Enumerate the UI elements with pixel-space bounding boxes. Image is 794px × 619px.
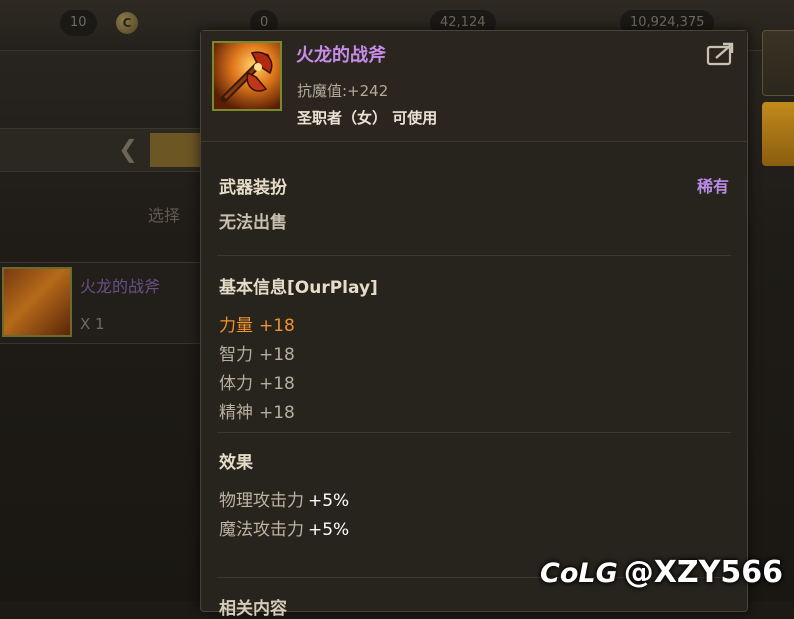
item-tooltip: 火龙的战斧 抗魔值:+242 圣职者（女） 可使用 武器装扮 稀有 无法出售 基… bbox=[200, 30, 748, 619]
category-label: 武器装扮 bbox=[219, 178, 287, 198]
stat-intelligence: 智力 +18 bbox=[219, 340, 295, 365]
magic-resist-value: 抗魔值:+242 bbox=[297, 82, 389, 100]
effect-magic-attack: 魔法攻击力 +5% bbox=[219, 515, 349, 540]
stat-name: 力量 bbox=[219, 316, 253, 336]
effect-value: +5% bbox=[308, 491, 350, 511]
divider bbox=[217, 432, 731, 433]
effect-title: 效果 bbox=[219, 453, 253, 473]
list-item-name: 火龙的战斧 bbox=[80, 277, 161, 296]
select-hint: 选择 bbox=[148, 206, 181, 225]
colg-logo: CoLG bbox=[540, 558, 618, 589]
effect-value: +5% bbox=[308, 520, 350, 540]
stat-value: +18 bbox=[259, 403, 295, 423]
divider bbox=[217, 255, 731, 256]
side-button[interactable] bbox=[762, 30, 794, 96]
stat-value: +18 bbox=[259, 316, 295, 336]
left-panel-header: ❮ bbox=[0, 128, 210, 172]
back-arrow-icon[interactable]: ❮ bbox=[118, 135, 138, 163]
effect-physical-attack: 物理攻击力 +5% bbox=[219, 486, 349, 511]
tooltip-header: 火龙的战斧 抗魔值:+242 圣职者（女） 可使用 bbox=[201, 31, 747, 142]
stat-name: 智力 bbox=[219, 345, 253, 365]
axe-item-icon bbox=[2, 267, 72, 337]
stat-name: 精神 bbox=[219, 403, 253, 423]
sell-status: 无法出售 bbox=[219, 213, 287, 233]
side-button-gold[interactable] bbox=[762, 102, 794, 166]
share-icon[interactable] bbox=[706, 41, 736, 67]
list-item[interactable]: 火龙的战斧 X 1 bbox=[0, 262, 205, 344]
stat-strength: 力量 +18 bbox=[219, 311, 295, 336]
axe-icon bbox=[214, 43, 280, 109]
related-title: 相关内容 bbox=[219, 599, 287, 619]
class-restriction: 圣职者（女） 可使用 bbox=[297, 109, 438, 127]
level-counter: 10 bbox=[60, 10, 97, 36]
currency-icon: C bbox=[116, 12, 138, 34]
basic-info-title: 基本信息[OurPlay] bbox=[219, 278, 378, 298]
stat-name: 体力 bbox=[219, 374, 253, 394]
watermark: CoLG @XZY566 bbox=[540, 555, 783, 590]
item-title: 火龙的战斧 bbox=[296, 45, 386, 66]
rarity-badge: 稀有 bbox=[697, 177, 730, 196]
watermark-handle: @XZY566 bbox=[623, 555, 783, 590]
axe-item-icon bbox=[212, 41, 282, 111]
stat-value: +18 bbox=[259, 374, 295, 394]
effect-name: 魔法攻击力 bbox=[219, 520, 304, 540]
effect-name: 物理攻击力 bbox=[219, 491, 304, 511]
stat-value: +18 bbox=[259, 345, 295, 365]
stat-vitality: 体力 +18 bbox=[219, 369, 295, 394]
list-item-quantity: X 1 bbox=[80, 315, 105, 333]
stat-spirit: 精神 +18 bbox=[219, 398, 295, 423]
